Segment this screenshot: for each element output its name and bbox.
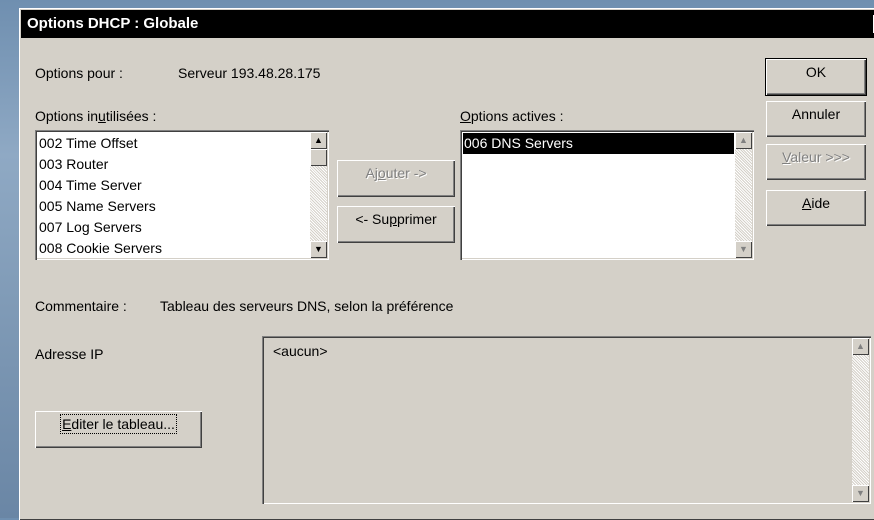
list-item[interactable]: 003 Router <box>38 154 309 175</box>
ip-address-list[interactable]: <aucun> ▲ ▼ <box>262 336 871 504</box>
list-item[interactable]: 002 Time Offset <box>38 133 309 154</box>
comment-label: Commentaire : <box>35 298 127 314</box>
list-item[interactable]: 004 Time Server <box>38 175 309 196</box>
comment-value: Tableau des serveurs DNS, selon la préfé… <box>160 298 454 314</box>
active-scrollbar[interactable]: ▲ ▼ <box>735 132 752 258</box>
list-item[interactable]: 007 Log Servers <box>38 217 309 238</box>
unused-options-label: Options inutilisées : <box>35 108 157 124</box>
scroll-up-arrow-icon[interactable]: ▲ <box>735 132 752 149</box>
ip-list-item: <aucun> <box>273 343 328 359</box>
unused-options-list[interactable]: 002 Time Offset 003 Router 004 Time Serv… <box>35 130 329 260</box>
dhcp-options-dialog: Options DHCP : Globale ✕ Options pour : … <box>19 8 874 520</box>
scroll-up-arrow-icon[interactable]: ▲ <box>310 132 327 149</box>
cancel-button[interactable]: Annuler <box>766 101 866 137</box>
scroll-down-arrow-icon[interactable]: ▼ <box>735 241 752 258</box>
list-item[interactable]: 005 Name Servers <box>38 196 309 217</box>
server-value: Serveur 193.48.28.175 <box>178 65 321 81</box>
scroll-thumb[interactable] <box>310 149 327 166</box>
window-title: Options DHCP : Globale <box>27 15 199 32</box>
scroll-up-arrow-icon[interactable]: ▲ <box>852 338 869 355</box>
scroll-down-arrow-icon[interactable]: ▼ <box>310 241 327 258</box>
ip-scrollbar[interactable]: ▲ ▼ <box>852 338 869 502</box>
scroll-down-arrow-icon[interactable]: ▼ <box>852 485 869 502</box>
active-options-list[interactable]: 006 DNS Servers ▲ ▼ <box>460 130 754 260</box>
add-option-button[interactable]: Ajouter -> <box>337 160 455 197</box>
remove-option-button[interactable]: <- Supprimer <box>337 206 455 243</box>
list-item[interactable]: 008 Cookie Servers <box>38 238 309 259</box>
list-item-selected[interactable]: 006 DNS Servers <box>463 133 734 154</box>
active-options-label: Options actives : <box>460 108 564 124</box>
help-button[interactable]: Aide <box>766 190 866 226</box>
value-button[interactable]: Valeur >>> <box>766 144 866 180</box>
title-bar[interactable]: Options DHCP : Globale ✕ <box>21 10 874 38</box>
unused-scrollbar[interactable]: ▲ ▼ <box>310 132 327 258</box>
edit-table-button[interactable]: Editer le tableau... <box>35 411 202 448</box>
ok-button[interactable]: OK <box>765 58 867 96</box>
ip-address-label: Adresse IP <box>35 346 104 362</box>
options-for-label: Options pour : <box>35 65 123 81</box>
